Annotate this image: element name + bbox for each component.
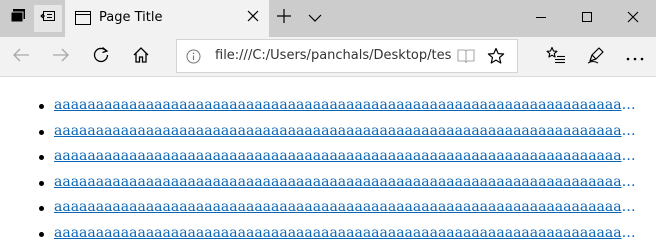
forward-arrow-icon	[52, 47, 70, 68]
home-icon	[132, 46, 150, 69]
list-link[interactable]: aaaaaaaaaaaaaaaaaaaaaaaaaaaaaaaaaaaaaaaa…	[54, 172, 643, 192]
chevron-down-icon	[308, 9, 322, 27]
bullet	[39, 104, 44, 109]
list-link[interactable]: aaaaaaaaaaaaaaaaaaaaaaaaaaaaaaaaaaaaaaaa…	[54, 146, 643, 166]
close-window-button[interactable]	[610, 0, 656, 37]
close-icon	[247, 9, 259, 27]
new-tab-button[interactable]	[274, 8, 294, 28]
maximize-button[interactable]	[564, 0, 610, 37]
bullet	[39, 180, 44, 186]
notes-button[interactable]	[581, 42, 611, 72]
close-icon	[627, 10, 639, 28]
title-bar: Page Title	[0, 0, 656, 37]
minimize-icon	[535, 10, 547, 28]
list-item: aaaaaaaaaaaaaaaaaaaaaaaaaaaaaaaaaaaaaaaa…	[0, 121, 656, 147]
refresh-button[interactable]	[86, 42, 116, 72]
page-content: aaaaaaaaaaaaaaaaaaaaaaaaaaaaaaaaaaaaaaaa…	[0, 78, 656, 249]
list-item: aaaaaaaaaaaaaaaaaaaaaaaaaaaaaaaaaaaaaaaa…	[0, 197, 656, 223]
tab-actions-icon	[10, 8, 26, 29]
list-item: aaaaaaaaaaaaaaaaaaaaaaaaaaaaaaaaaaaaaaaa…	[0, 172, 656, 198]
bullet	[39, 231, 44, 237]
minimize-button[interactable]	[518, 0, 564, 37]
info-icon[interactable]	[185, 48, 201, 64]
list-item: aaaaaaaaaaaaaaaaaaaaaaaaaaaaaaaaaaaaaaaa…	[0, 95, 656, 121]
list-link[interactable]: aaaaaaaaaaaaaaaaaaaaaaaaaaaaaaaaaaaaaaaa…	[54, 95, 643, 115]
list-item: aaaaaaaaaaaaaaaaaaaaaaaaaaaaaaaaaaaaaaaa…	[0, 223, 656, 249]
navigation-toolbar: file:///C:/Users/panchals/Desktop/tests/…	[0, 37, 656, 77]
list-link[interactable]: aaaaaaaaaaaaaaaaaaaaaaaaaaaaaaaaaaaaaaaa…	[54, 223, 643, 243]
more-button[interactable]	[620, 42, 650, 72]
address-bar[interactable]: file:///C:/Users/panchals/Desktop/tests/…	[176, 39, 518, 73]
tab-actions-button[interactable]	[4, 5, 32, 32]
page-icon	[75, 11, 91, 30]
pen-icon	[587, 46, 605, 69]
reading-view-icon[interactable]	[457, 47, 475, 65]
favorites-list-icon	[546, 46, 566, 69]
list-item: aaaaaaaaaaaaaaaaaaaaaaaaaaaaaaaaaaaaaaaa…	[0, 146, 656, 172]
favorites-hub-button[interactable]	[541, 42, 571, 72]
maximize-icon	[581, 10, 593, 28]
back-arrow-icon	[12, 47, 30, 68]
tab-title: Page Title	[99, 10, 163, 25]
plus-icon	[277, 8, 291, 28]
set-aside-tabs-icon	[40, 8, 56, 29]
home-button[interactable]	[126, 42, 156, 72]
list-link[interactable]: aaaaaaaaaaaaaaaaaaaaaaaaaaaaaaaaaaaaaaaa…	[54, 197, 643, 217]
list-link[interactable]: aaaaaaaaaaaaaaaaaaaaaaaaaaaaaaaaaaaaaaaa…	[54, 121, 643, 141]
url-text[interactable]: file:///C:/Users/panchals/Desktop/tests/…	[215, 48, 451, 63]
back-button[interactable]	[6, 42, 36, 72]
tab-page-title[interactable]: Page Title	[65, 0, 269, 37]
link-list: aaaaaaaaaaaaaaaaaaaaaaaaaaaaaaaaaaaaaaaa…	[0, 95, 656, 248]
tab-list-button[interactable]	[305, 8, 325, 28]
forward-button[interactable]	[46, 42, 76, 72]
refresh-icon	[92, 46, 110, 69]
more-icon	[626, 48, 644, 66]
bullet	[39, 129, 44, 135]
star-icon[interactable]	[487, 47, 505, 65]
bullet	[39, 206, 44, 211]
set-aside-tabs-button[interactable]	[34, 5, 62, 32]
close-tab-button[interactable]	[243, 8, 263, 28]
bullet	[39, 155, 44, 160]
